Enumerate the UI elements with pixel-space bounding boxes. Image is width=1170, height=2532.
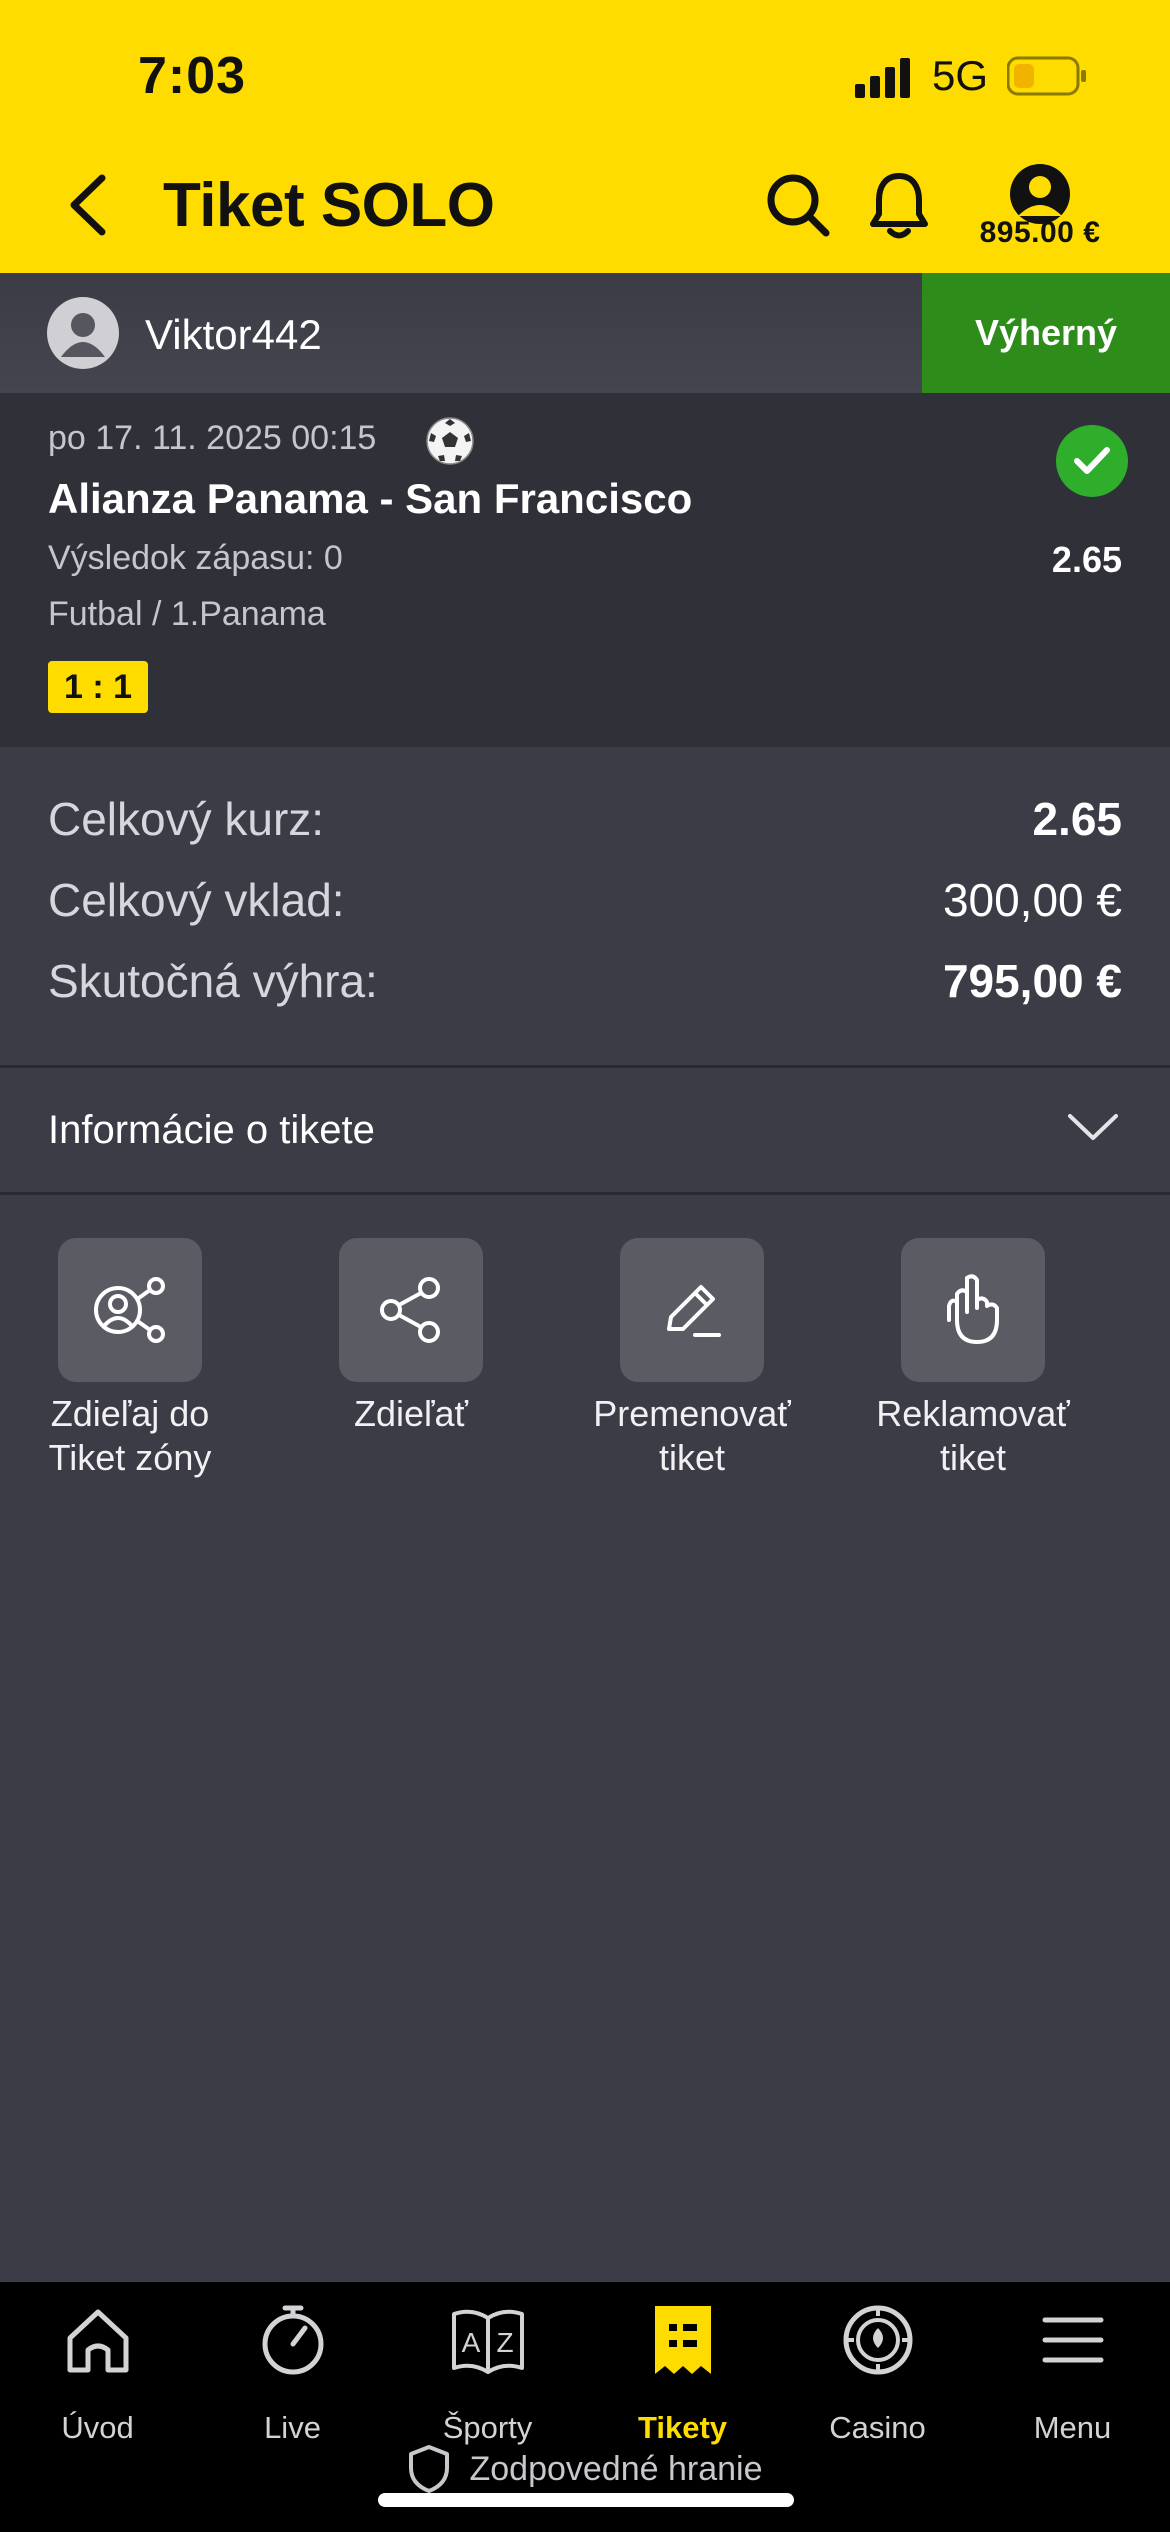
nav-label: Športy [442, 2410, 533, 2445]
status-time: 7:03 [138, 47, 247, 105]
ticket-summary: Celkový kurz: 2.65 Celkový vklad: 300,00… [0, 747, 1170, 1067]
shield-icon [409, 2445, 450, 2493]
hand-icon [947, 1274, 999, 1344]
share-button[interactable] [339, 1238, 483, 1382]
svg-text:Z: Z [496, 2327, 513, 2358]
share-to-zone-button[interactable] [58, 1238, 202, 1382]
nav-label: Úvod [61, 2410, 134, 2445]
status-badge: Výherný [922, 273, 1170, 393]
search-icon[interactable] [765, 172, 831, 238]
share-to-zone-action[interactable]: Zdieľaj do Tiket zóny [0, 1238, 260, 1480]
user-row: Viktor442 Výherný [0, 273, 1170, 393]
event-league: Futbal / 1.Panama [48, 595, 326, 633]
rename-action[interactable]: Premenovať tiket [562, 1238, 822, 1480]
soccer-ball-icon [426, 417, 474, 465]
home-indicator [378, 2493, 794, 2507]
total-stake-value: 300,00 € [942, 874, 1122, 926]
share-label: Zdieľať [353, 1393, 469, 1434]
bell-icon[interactable] [868, 170, 930, 242]
share-icon [380, 1277, 440, 1343]
total-odds-label: Celkový kurz: [48, 793, 325, 845]
nav-label: Casino [829, 2410, 926, 2445]
nav-tickets[interactable]: Tikety [585, 2302, 780, 2445]
nav-live[interactable]: Live [195, 2302, 390, 2445]
battery-icon [1007, 56, 1086, 96]
back-button[interactable] [60, 170, 120, 240]
ticket-info-accordion[interactable]: Informácie o tikete [0, 1068, 1170, 1193]
username: Viktor442 [145, 311, 322, 358]
signal-icon [855, 58, 910, 98]
network-type: 5G [932, 52, 989, 99]
rename-label: Premenovať tiket [593, 1393, 791, 1478]
person-icon [61, 313, 105, 357]
event-market: Výsledok zápasu: 0 [48, 539, 343, 577]
event-odds: 2.65 [1051, 539, 1122, 580]
event-date: po 17. 11. 2025 00:15 [48, 419, 377, 457]
nav-label: Tikety [637, 2410, 728, 2445]
check-icon [1056, 425, 1128, 497]
responsible-gaming-label: Zodpovedné hranie [469, 2449, 763, 2488]
nav-casino[interactable]: Casino [780, 2302, 975, 2445]
account-button[interactable]: 895.00 € [960, 158, 1120, 258]
nav-home[interactable]: Úvod [0, 2302, 195, 2445]
pencil-icon [667, 1285, 721, 1337]
hamburger-icon [1042, 2317, 1103, 2363]
claim-button[interactable] [901, 1238, 1045, 1382]
az-book-icon: A Z [451, 2309, 524, 2374]
chevron-down-icon [1068, 1114, 1118, 1140]
user-avatar-icon [1010, 164, 1070, 224]
total-odds-row: Celkový kurz: 2.65 [48, 792, 1122, 846]
nav-menu[interactable]: Menu [975, 2302, 1170, 2445]
ticket-icon [654, 2306, 711, 2374]
event-name: Alianza Panama - San Francisco [48, 475, 693, 522]
nav-label: Menu [1033, 2410, 1112, 2445]
ticket-info-label: Informácie o tikete [48, 1108, 375, 1152]
page-title: Tiket SOLO [163, 171, 495, 240]
avatar [47, 297, 119, 369]
rename-button[interactable] [620, 1238, 764, 1382]
stopwatch-icon [262, 2305, 323, 2375]
claim-action[interactable]: Reklamovať tiket [843, 1238, 1103, 1480]
event-card[interactable]: po 17. 11. 2025 00:15 Alianza Panama - S… [0, 393, 1170, 747]
share-zone-icon [94, 1277, 165, 1343]
balance: 895.00 € [979, 216, 1101, 249]
actual-win-row: Skutočná výhra: 795,00 € [48, 954, 1122, 1008]
top-bar: 7:03 5G Tiket SOLO 895.00 € [0, 0, 1170, 273]
casino-chip-icon [843, 2305, 912, 2375]
ticket-actions: Zdieľaj do Tiket zóny Zdieľať Premenovať… [0, 1238, 1170, 1498]
divider [0, 1192, 1170, 1195]
total-stake-row: Celkový vklad: 300,00 € [48, 873, 1122, 927]
total-stake-label: Celkový vklad: [48, 874, 345, 926]
actual-win-value: 795,00 € [942, 955, 1122, 1007]
nav-sports[interactable]: A Z Športy [390, 2302, 585, 2445]
svg-text:A: A [461, 2327, 480, 2358]
share-action[interactable]: Zdieľať [281, 1238, 541, 1436]
score-badge: 1 : 1 [48, 661, 149, 713]
claim-label: Reklamovať tiket [876, 1393, 1070, 1478]
home-icon [67, 2309, 128, 2373]
actual-win-label: Skutočná výhra: [48, 955, 378, 1007]
total-odds-value: 2.65 [1032, 793, 1122, 845]
responsible-gaming-link[interactable]: Zodpovedné hranie [0, 2444, 1170, 2494]
nav-label: Live [264, 2410, 321, 2445]
share-to-zone-label: Zdieľaj do Tiket zóny [48, 1393, 212, 1478]
